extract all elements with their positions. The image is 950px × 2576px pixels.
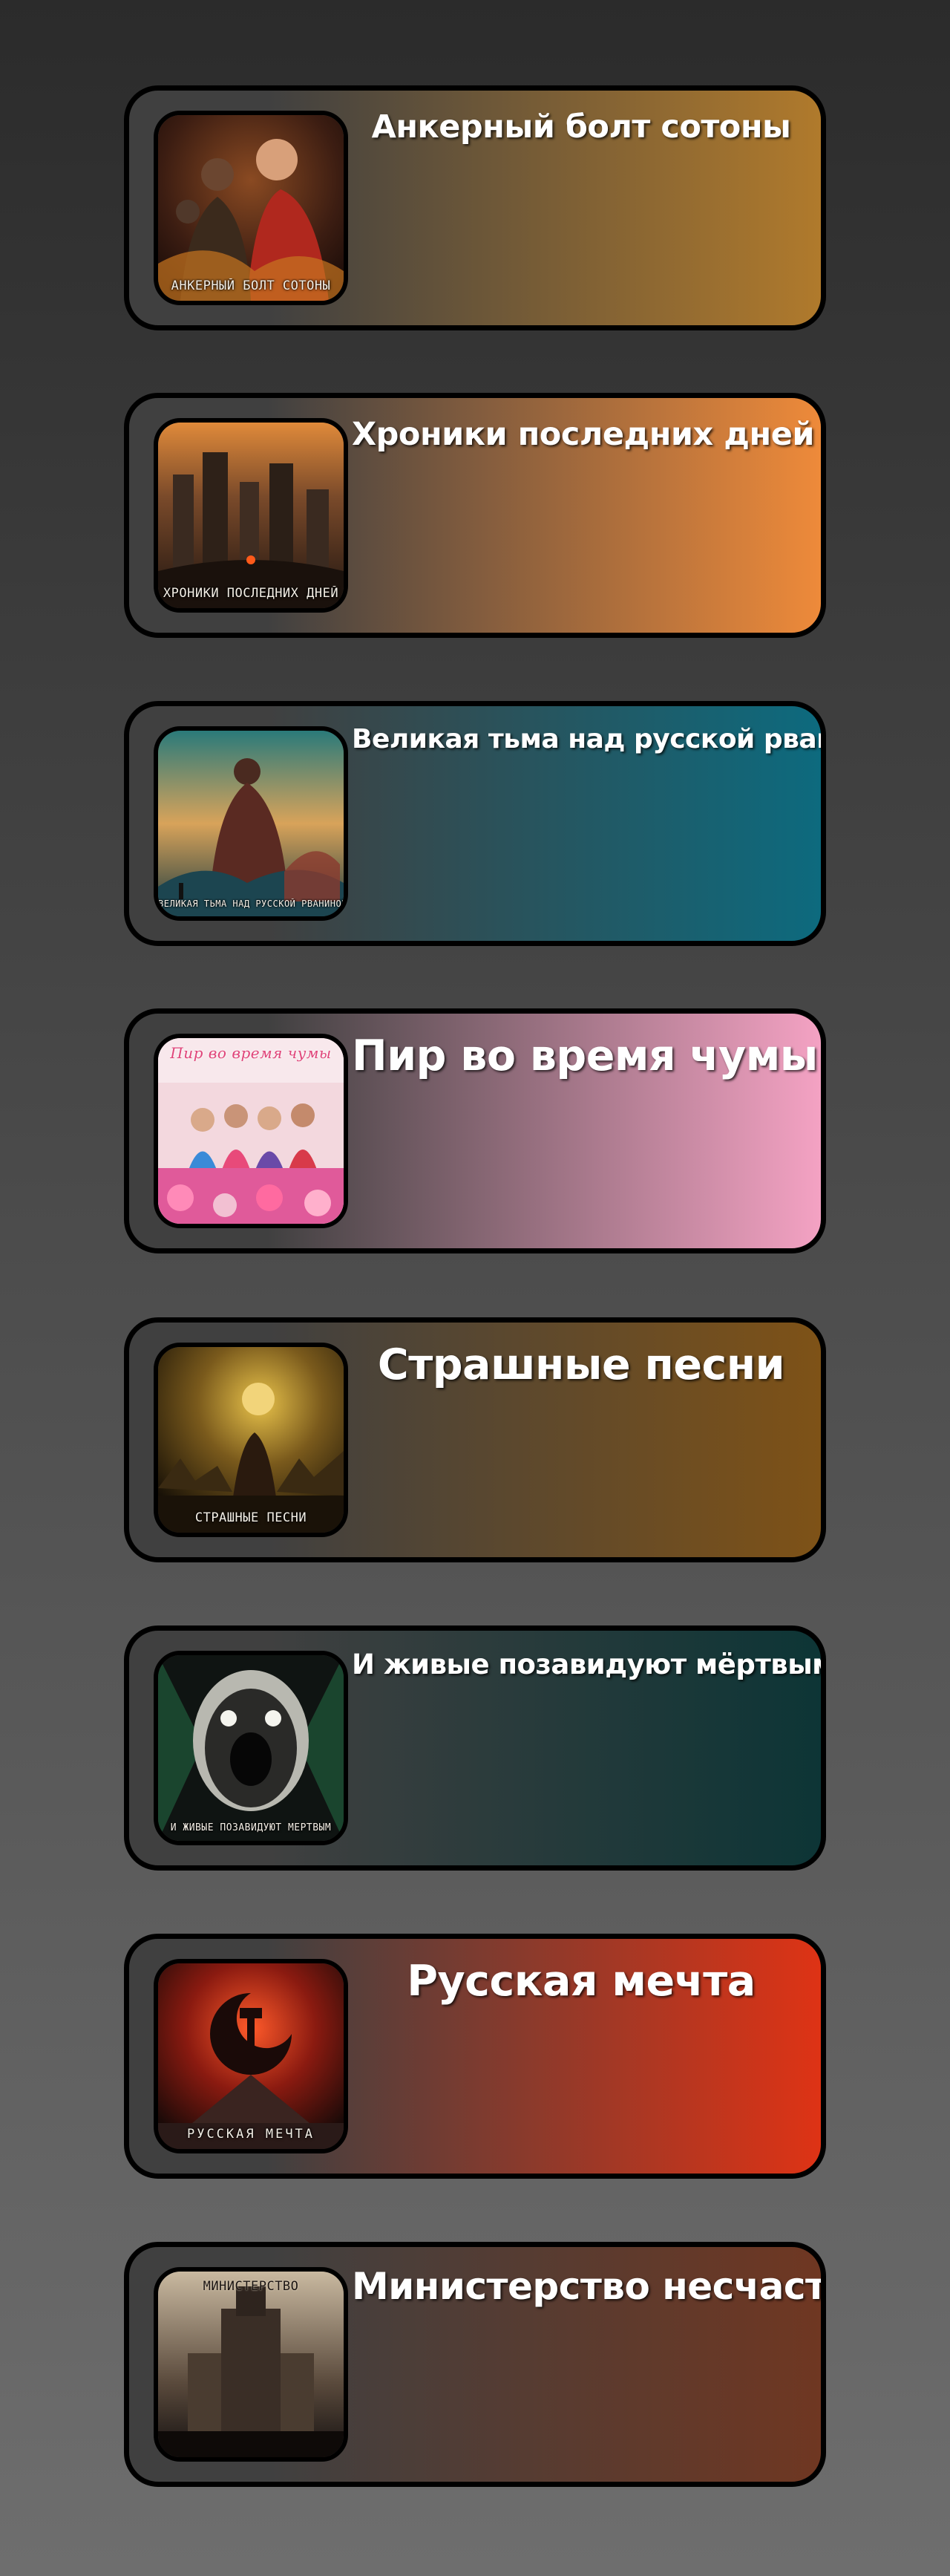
cover-caption: Министерство bbox=[203, 2279, 299, 2294]
album-cover: И живые позавидуют мёртвым bbox=[154, 1651, 348, 1845]
album-title: И живые позавидуют мёртвым bbox=[352, 1649, 826, 1680]
album-title: Страшные песни bbox=[377, 1340, 785, 1389]
cover-caption: Хроники последних дней bbox=[163, 586, 339, 601]
album-title: Министерство несчастья bbox=[352, 2265, 826, 2308]
album-card-i-zhivye[interactable]: И живые позавидуют мёртвым И живые позав… bbox=[124, 1626, 826, 1871]
album-list: Анкерный болт сотоны Анкерный болт сотон… bbox=[0, 0, 950, 2576]
album-cover: Великая тьма над русской рваниной bbox=[154, 726, 348, 921]
cover-caption: И живые позавидуют мёртвым bbox=[170, 1822, 332, 1833]
album-card-strashnye-pesni[interactable]: Страшные песни Страшные песни bbox=[124, 1317, 826, 1562]
album-card-russkaya-mechta[interactable]: Русская мечта Русская мечта bbox=[124, 1934, 826, 2179]
album-card-ministerstvo[interactable]: Министерство Министерство несчастья bbox=[124, 2242, 826, 2487]
cover-caption: Русская мечта bbox=[186, 2127, 315, 2142]
cover-caption: Пир во время чумы bbox=[170, 1044, 332, 1062]
album-cover: Пир во время чумы bbox=[154, 1034, 348, 1228]
album-cover: Министерство bbox=[154, 2267, 348, 2462]
cover-caption: Страшные песни bbox=[194, 1510, 307, 1525]
album-card-khroniki[interactable]: Хроники последних дней Хроники последних… bbox=[124, 393, 826, 638]
cover-caption: Великая тьма над русской рваниной bbox=[158, 899, 344, 909]
album-cover: Анкерный болт сотоны bbox=[154, 111, 348, 305]
album-card-pir[interactable]: Пир во время чумы Пир во время чумы bbox=[124, 1008, 826, 1253]
album-cover: Хроники последних дней bbox=[154, 418, 348, 613]
album-title: Анкерный болт сотоны bbox=[371, 108, 791, 146]
cover-caption: Анкерный болт сотоны bbox=[171, 278, 331, 293]
album-title: Русская мечта bbox=[407, 1957, 756, 2006]
album-title: Пир во время чумы bbox=[352, 1031, 818, 1080]
album-title: Великая тьма над русской рванiной bbox=[352, 724, 821, 754]
album-cover: Русская мечта bbox=[154, 1959, 348, 2153]
album-title: Хроники последних дней bbox=[352, 416, 815, 453]
album-cover: Страшные песни bbox=[154, 1343, 348, 1537]
album-card-ankerny-bolt[interactable]: Анкерный болт сотоны Анкерный болт сотон… bbox=[124, 85, 826, 330]
album-card-velikaya-tma[interactable]: Великая тьма над русской рваниной Велика… bbox=[124, 701, 826, 946]
